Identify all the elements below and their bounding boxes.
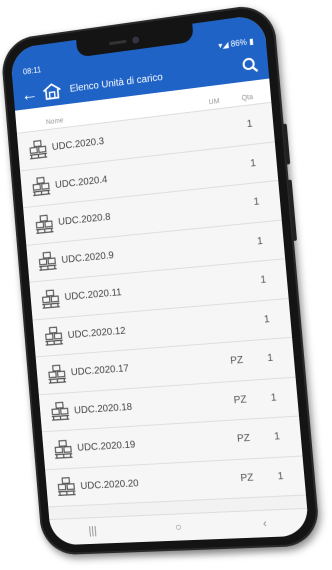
warehouse-home-icon[interactable]: [41, 81, 63, 101]
unit-qty: 1: [248, 273, 280, 287]
unit-qty: 1: [234, 117, 265, 132]
unit-name: UDC.2020.20: [80, 473, 229, 491]
battery-icon: ▮: [249, 36, 254, 46]
signal-icon: ▾◢: [218, 40, 229, 50]
pallet-boxes-icon: [46, 363, 68, 386]
search-icon[interactable]: [241, 55, 261, 76]
load-unit-list: UDC.2020.3 1 UDC.2020.4 1 UDC.2020.8 1 UDC.202…: [17, 103, 306, 508]
speaker: [109, 40, 127, 45]
navigation-bar: ||| ○ ‹: [49, 508, 309, 546]
phone-screen: 08:11 ▾◢ 86% ▮ ← Elenco Unità di carico: [10, 14, 310, 546]
unit-name: UDC.2020.19: [77, 435, 226, 454]
pallet-boxes-icon: [30, 175, 52, 199]
unit-qty: 1: [241, 195, 272, 209]
unit-um: PZ: [228, 472, 265, 485]
unit-um: [199, 126, 235, 130]
status-icons: ▾◢ 86% ▮: [218, 36, 254, 50]
power-button: [288, 180, 298, 242]
phone-frame: 08:11 ▾◢ 86% ▮ ← Elenco Unità di carico: [0, 2, 321, 555]
camera: [132, 36, 139, 44]
pallet-boxes-icon: [36, 250, 58, 273]
unit-qty: 1: [254, 352, 286, 365]
pallet-boxes-icon: [27, 138, 49, 162]
unit-um: [209, 243, 245, 246]
pallet-boxes-icon: [33, 213, 55, 236]
pallet-boxes-icon: [52, 438, 75, 461]
unit-name: UDC.2020.4: [55, 164, 203, 191]
unit-um: [202, 165, 238, 169]
pallet-boxes-icon: [39, 288, 61, 311]
recent-apps-icon[interactable]: |||: [88, 525, 97, 537]
pallet-boxes-icon: [55, 476, 78, 499]
unit-um: PZ: [225, 432, 262, 445]
unit-um: [212, 282, 248, 285]
pallet-boxes-icon: [43, 325, 65, 348]
unit-qty: 1: [251, 313, 283, 327]
battery-level: 86%: [230, 37, 247, 48]
unit-um: [205, 204, 241, 208]
unit-name: UDC.2020.11: [64, 279, 212, 303]
unit-qty: 1: [244, 234, 275, 248]
pallet-boxes-icon: [49, 400, 71, 423]
unit-name: UDC.2020.17: [71, 357, 220, 379]
unit-name: UDC.2020.8: [58, 202, 206, 228]
unit-qty: 1: [261, 431, 293, 444]
unit-um: [215, 321, 251, 324]
home-button-icon[interactable]: ○: [175, 521, 183, 533]
unit-qty: 1: [258, 391, 290, 404]
column-um: UM: [196, 96, 233, 107]
column-qty: Qta: [232, 93, 263, 104]
unit-name: UDC.2020.3: [52, 125, 200, 153]
unit-qty: 1: [237, 156, 268, 170]
unit-um: PZ: [218, 354, 255, 368]
status-time: 08:11: [23, 65, 42, 76]
back-button-icon[interactable]: ‹: [262, 518, 267, 530]
back-arrow-icon[interactable]: ←: [20, 84, 42, 104]
unit-name: UDC.2020.18: [74, 396, 223, 417]
volume-button: [283, 124, 291, 165]
unit-name: UDC.2020.12: [67, 318, 215, 341]
unit-name: UDC.2020.9: [61, 241, 209, 266]
unit-qty: 1: [265, 470, 297, 483]
unit-um: PZ: [222, 393, 259, 407]
phone-mockup: 08:11 ▾◢ 86% ▮ ← Elenco Unità di carico: [0, 0, 332, 570]
